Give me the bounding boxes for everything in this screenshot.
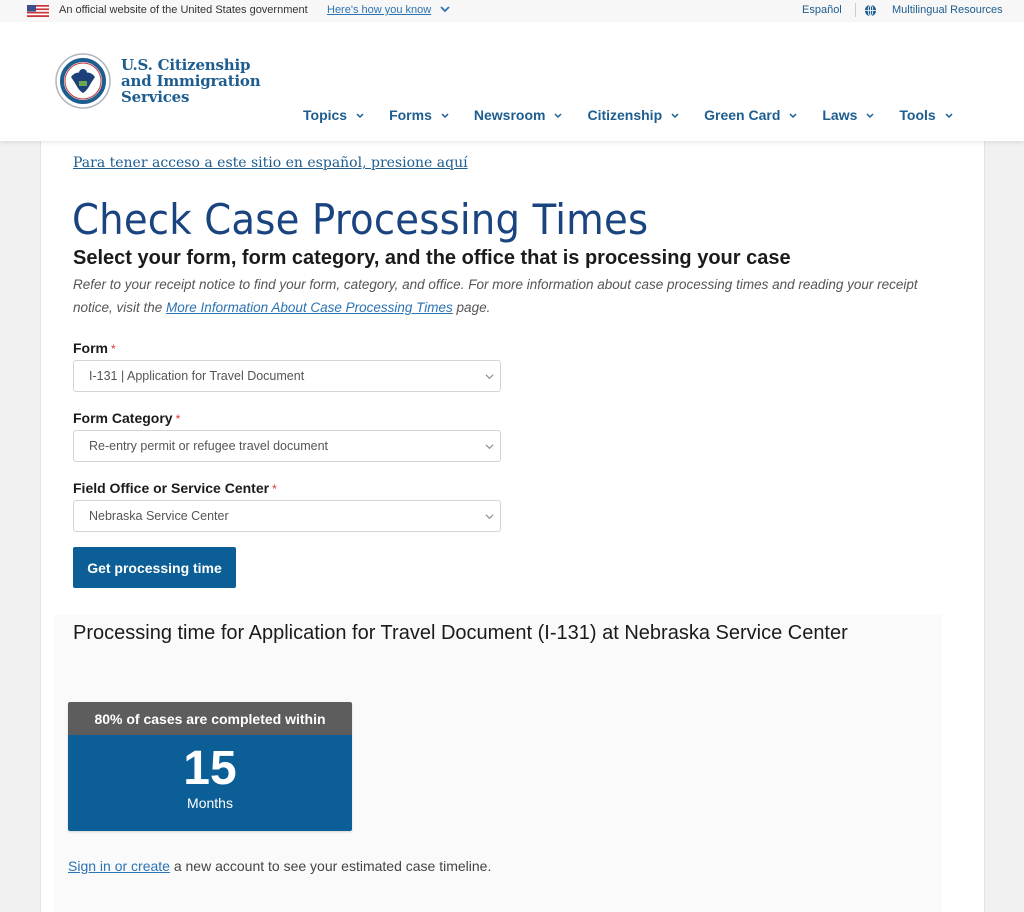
nav-topics[interactable]: Topics: [303, 107, 365, 123]
site-header: U.S. Citizenship and Immigration Service…: [0, 22, 1024, 141]
chevron-down-icon: [356, 113, 364, 119]
required-mark: *: [272, 482, 277, 496]
divider: [855, 3, 856, 17]
spanish-site-link[interactable]: Para tener acceso a este sitio en españo…: [73, 155, 468, 171]
processing-time-value: 15: [183, 742, 237, 795]
chevron-down-icon: [441, 113, 449, 119]
page-subtitle: Select your form, form category, and the…: [73, 247, 791, 269]
multilingual-resources-link[interactable]: Multilingual Resources: [892, 4, 1003, 16]
agency-name-line2: and Immigration: [121, 72, 261, 90]
office-select[interactable]: Nebraska Service Center: [73, 500, 501, 532]
gov-banner: An official website of the United States…: [0, 0, 1024, 22]
form-category-select[interactable]: Re-entry permit or refugee travel docume…: [73, 430, 501, 462]
intro-text: Refer to your receipt notice to find you…: [73, 273, 943, 319]
processing-time-unit: Months: [187, 795, 233, 811]
processing-time-box: 80% of cases are completed within 15 Mon…: [68, 702, 352, 831]
signin-text: Sign in or create a new account to see y…: [68, 858, 491, 874]
required-mark: *: [111, 342, 116, 356]
nav-label: Topics: [303, 107, 348, 123]
nav-label: Forms: [389, 107, 432, 123]
nav-forms[interactable]: Forms: [389, 107, 450, 123]
chevron-down-icon[interactable]: [439, 3, 451, 15]
form-select-value: I-131 | Application for Travel Document: [89, 369, 305, 383]
nav-tools[interactable]: Tools: [899, 107, 953, 123]
signin-text-rest: a new account to see your estimated case…: [169, 858, 492, 874]
nav-laws[interactable]: Laws: [822, 107, 875, 123]
result-panel: Processing time for Application for Trav…: [54, 615, 942, 912]
nav-citizenship[interactable]: Citizenship: [587, 107, 680, 123]
chevron-down-icon: [485, 514, 494, 520]
nav-newsroom[interactable]: Newsroom: [474, 107, 564, 123]
agency-name-line3: Services: [121, 88, 190, 106]
form-category-label: Form Category *: [73, 410, 180, 426]
chevron-down-icon: [485, 374, 494, 380]
processing-time-header: 80% of cases are completed within: [68, 702, 352, 735]
official-site-text: An official website of the United States…: [59, 4, 308, 16]
form-label-text: Form: [73, 340, 108, 356]
page-title: Check Case Processing Times: [72, 195, 649, 244]
chevron-down-icon: [945, 113, 953, 119]
office-label: Field Office or Service Center *: [73, 480, 277, 496]
chevron-down-icon: [554, 113, 562, 119]
office-select-value: Nebraska Service Center: [89, 509, 229, 523]
form-category-select-value: Re-entry permit or refugee travel docume…: [89, 439, 328, 453]
chevron-down-icon: [866, 113, 874, 119]
us-flag-icon: [27, 5, 49, 17]
processing-time-body: 15 Months: [68, 735, 352, 831]
dhs-seal-logo[interactable]: [55, 53, 111, 109]
nav-label: Tools: [899, 107, 936, 123]
main-content: Para tener acceso a este sitio en españo…: [40, 141, 985, 912]
how-you-know-link[interactable]: Here's how you know: [327, 4, 431, 16]
intro-text-after: page.: [452, 300, 491, 315]
nav-label: Green Card: [704, 107, 781, 123]
nav-label: Newsroom: [473, 107, 546, 123]
get-processing-time-button[interactable]: Get processing time: [73, 547, 236, 588]
chevron-down-icon: [789, 113, 797, 119]
agency-name-line1: U.S. Citizenship: [121, 56, 251, 74]
chevron-down-icon: [485, 444, 494, 450]
more-info-link[interactable]: More Information About Case Processing T…: [166, 300, 453, 315]
form-select[interactable]: I-131 | Application for Travel Document: [73, 360, 501, 392]
office-label-text: Field Office or Service Center: [73, 480, 270, 496]
espanol-link[interactable]: Español: [802, 4, 842, 16]
chevron-down-icon: [671, 113, 679, 119]
nav-green-card[interactable]: Green Card: [704, 107, 798, 123]
result-title: Processing time for Application for Trav…: [73, 622, 848, 644]
form-category-label-text: Form Category: [73, 410, 173, 426]
main-nav: Topics Forms Newsroom Citizenship Green …: [303, 107, 978, 123]
nav-label: Laws: [822, 107, 858, 123]
form-label: Form *: [73, 340, 116, 356]
required-mark: *: [175, 412, 181, 426]
globe-icon: [864, 4, 877, 17]
agency-name[interactable]: U.S. Citizenship and Immigration Service…: [121, 56, 261, 106]
nav-label: Citizenship: [587, 107, 663, 123]
signin-link[interactable]: Sign in or create: [68, 858, 170, 874]
